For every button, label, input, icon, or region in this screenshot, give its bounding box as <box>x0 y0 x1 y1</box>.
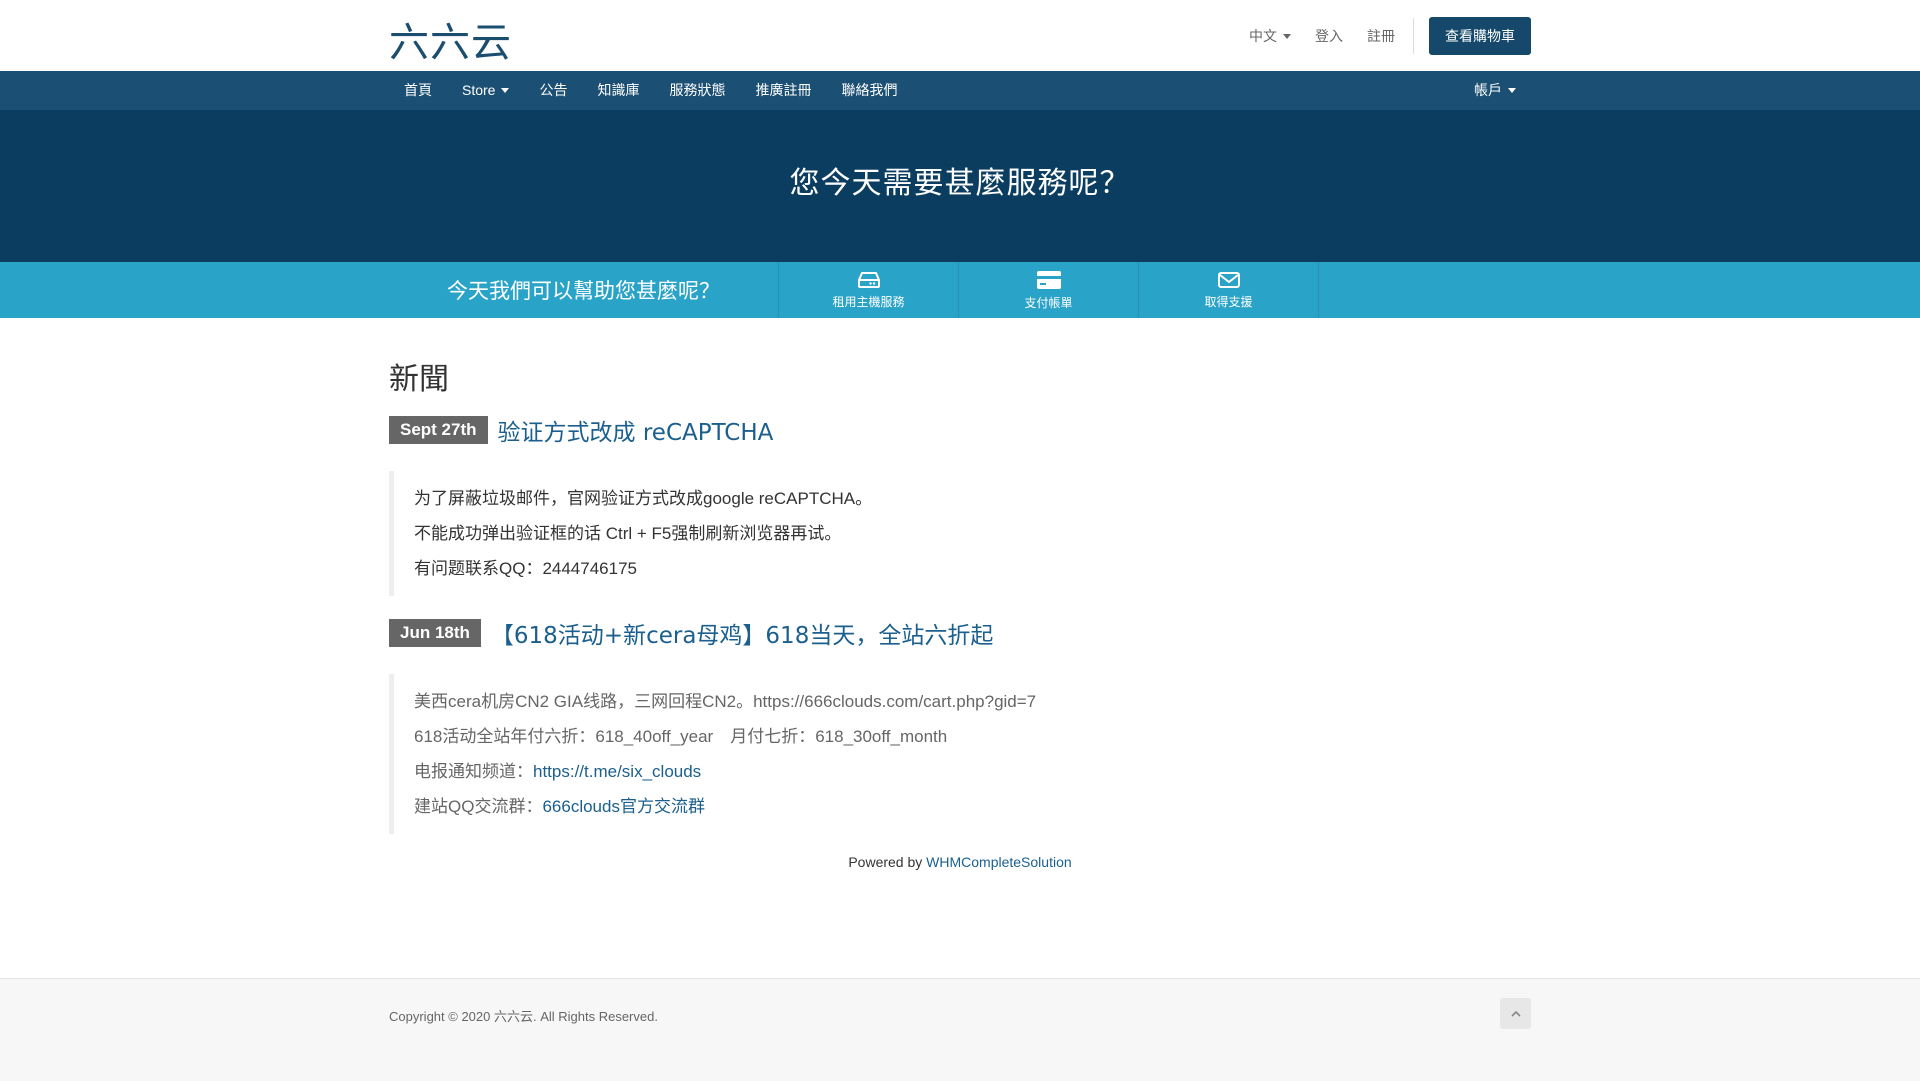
news-body: 美西cera机房CN2 GIA线路，三网回程CN2。https://666clo… <box>389 674 1531 834</box>
chevron-up-icon <box>1510 1010 1521 1017</box>
language-label: 中文 <box>1249 28 1277 44</box>
news-line: 618活动全站年付六折：618_40off_year 月付七折：618_30of… <box>414 727 948 746</box>
news-line: 不能成功弹出验证框的话 Ctrl + F5强制刷新浏览器再试。 <box>414 524 842 543</box>
news-item: Jun 18th 【618活动+新cera母鸡】618当天，全站六折起 美西ce… <box>389 616 1531 834</box>
hdd-icon <box>857 271 880 288</box>
top-right-links: 中文 登入 註冊 查看購物車 <box>1225 17 1531 55</box>
credit-card-icon <box>1036 270 1061 289</box>
caret-down-icon <box>1283 33 1291 39</box>
quick-order-hosting[interactable]: 租用主機服務 <box>778 262 958 318</box>
nav-item-store[interactable]: Store <box>447 71 524 110</box>
copyright-text: Copyright © 2020 六六云. All Rights Reserve… <box>389 1009 658 1024</box>
news-date-badge: Sept 27th <box>389 416 488 444</box>
news-title-link[interactable]: 验证方式改成 reCAPTCHA <box>498 413 774 447</box>
news-head: Sept 27th 验证方式改成 reCAPTCHA <box>389 413 1531 447</box>
news-head: Jun 18th 【618活动+新cera母鸡】618当天，全站六折起 <box>389 616 1531 650</box>
quick-access-title: 今天我們可以幫助您甚麼呢？ <box>447 279 720 303</box>
nav-item-announcements[interactable]: 公告 <box>524 71 582 110</box>
nav-item-label: 首頁 <box>404 82 432 98</box>
main-navbar: 首頁 Store 公告 知識庫 服務狀態 推廣註冊 聯絡我們 帳戶 <box>0 71 1920 110</box>
header-divider <box>1413 18 1414 54</box>
powered-by-prefix: Powered by <box>848 854 927 870</box>
caret-down-icon <box>501 88 510 93</box>
caret-down-icon <box>1508 88 1516 93</box>
nav-item-account[interactable]: 帳戶 <box>1459 71 1531 110</box>
nav-item-knowledgebase[interactable]: 知識庫 <box>582 71 654 110</box>
nav-item-label: 帳戶 <box>1474 82 1502 98</box>
site-logo[interactable]: 六六云 <box>389 10 512 68</box>
news-line: 建站QQ交流群：666clouds官方交流群 <box>414 789 1511 824</box>
nav-item-service-status[interactable]: 服務狀態 <box>654 71 740 110</box>
view-cart-button[interactable]: 查看購物車 <box>1429 17 1531 55</box>
news-item: Sept 27th 验证方式改成 reCAPTCHA 为了屏蔽垃圾邮件，官网验证… <box>389 413 1531 596</box>
quick-get-support[interactable]: 取得支援 <box>1138 262 1319 318</box>
news-line: 电报通知频道：https://t.me/six_clouds <box>414 754 1511 789</box>
news-line-prefix: 建站QQ交流群： <box>414 797 543 816</box>
news-section-title: 新聞 <box>389 362 449 397</box>
telegram-channel-link[interactable]: https://t.me/six_clouds <box>533 762 701 781</box>
nav-item-label: 推廣註冊 <box>755 82 812 98</box>
powered-by: Powered by WHMCompleteSolution <box>389 854 1531 870</box>
nav-item-affiliates[interactable]: 推廣註冊 <box>740 71 826 110</box>
news-line: 为了屏蔽垃圾邮件，官网验证方式改成google reCAPTCHA。 <box>414 489 873 508</box>
back-to-top-button[interactable] <box>1500 998 1531 1029</box>
hero-title: 您今天需要甚麼服務呢？ <box>789 166 1131 201</box>
main-content: 新聞 Sept 27th 验证方式改成 reCAPTCHA 为了屏蔽垃圾邮件，官… <box>0 318 1920 870</box>
nav-item-label: 知識庫 <box>597 82 640 98</box>
news-title-link[interactable]: 【618活动+新cera母鸡】618当天，全站六折起 <box>491 616 993 650</box>
nav-item-label: 服務狀態 <box>669 82 726 98</box>
quick-item-label: 取得支援 <box>1204 294 1253 309</box>
news-line-prefix: 电报通知频道： <box>414 762 533 781</box>
quick-pay-invoice[interactable]: 支付帳單 <box>958 262 1138 318</box>
login-link[interactable]: 登入 <box>1315 26 1343 46</box>
news-line: 有问题联系QQ：2444746175 <box>414 559 637 578</box>
qq-group-link[interactable]: 666clouds官方交流群 <box>542 797 705 816</box>
news-date-badge: Jun 18th <box>389 619 481 647</box>
hero-banner: 您今天需要甚麼服務呢？ <box>0 110 1920 262</box>
footer: Copyright © 2020 六六云. All Rights Reserve… <box>0 978 1920 1081</box>
header: 六六云 中文 登入 註冊 查看購物車 <box>0 0 1920 71</box>
quick-item-label: 租用主機服務 <box>832 294 905 309</box>
nav-item-label: Store <box>462 82 496 98</box>
nav-item-label: 公告 <box>539 82 568 98</box>
whmcs-link[interactable]: WHMCompleteSolution <box>926 854 1072 870</box>
register-link[interactable]: 註冊 <box>1367 26 1395 46</box>
nav-item-label: 聯絡我們 <box>841 82 898 98</box>
quick-access-bar: 今天我們可以幫助您甚麼呢？ 租用主機服務 支付帳單 取得支援 <box>0 262 1920 318</box>
nav-item-home[interactable]: 首頁 <box>389 71 447 110</box>
news-body: 为了屏蔽垃圾邮件，官网验证方式改成google reCAPTCHA。 不能成功弹… <box>389 471 1531 596</box>
news-line: 美西cera机房CN2 GIA线路，三网回程CN2。https://666clo… <box>414 692 1037 711</box>
quick-item-label: 支付帳單 <box>1024 295 1073 310</box>
language-dropdown[interactable]: 中文 <box>1249 26 1291 46</box>
nav-item-contact[interactable]: 聯絡我們 <box>826 71 912 110</box>
envelope-icon <box>1217 271 1240 288</box>
